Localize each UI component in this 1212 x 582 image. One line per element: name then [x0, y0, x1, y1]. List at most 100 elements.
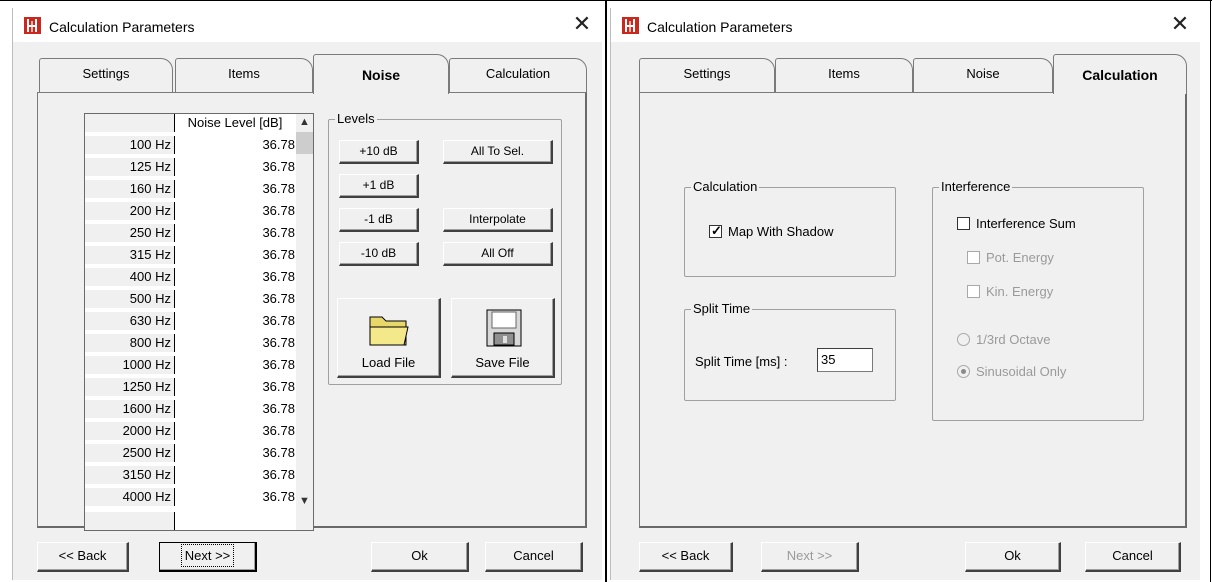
- kin-energy-checkbox[interactable]: Kin. Energy: [967, 284, 1117, 300]
- title-bar: Calculation Parameters ✕: [611, 8, 1200, 42]
- table-row-level[interactable]: 36.78: [175, 356, 297, 374]
- table-row-level[interactable]: 36.78: [175, 290, 297, 308]
- all-to-sel-button[interactable]: All To Sel.: [443, 140, 553, 164]
- close-icon[interactable]: ✕: [1168, 14, 1192, 36]
- tab-noise[interactable]: Noise: [913, 58, 1053, 92]
- interference-sum-checkbox[interactable]: Interference Sum: [957, 216, 1127, 232]
- table-row[interactable]: 100 Hz 36.78: [85, 136, 297, 154]
- map-with-shadow-checkbox[interactable]: ✓ Map With Shadow: [709, 223, 879, 240]
- plus-1-db-button[interactable]: +1 dB: [339, 174, 419, 198]
- table-row-freq: 500 Hz: [85, 290, 175, 308]
- table-row-level[interactable]: 36.78: [175, 246, 297, 264]
- table-row-level[interactable]: 36.78: [175, 422, 297, 440]
- table-row[interactable]: 160 Hz 36.78: [85, 180, 297, 198]
- close-icon[interactable]: ✕: [570, 14, 594, 36]
- table-row[interactable]: 1250 Hz 36.78: [85, 378, 297, 396]
- table-row-freq: 125 Hz: [85, 158, 175, 176]
- table-row[interactable]: 200 Hz 36.78: [85, 202, 297, 220]
- table-row[interactable]: 800 Hz 36.78: [85, 334, 297, 352]
- tab-settings[interactable]: Settings: [639, 58, 775, 92]
- table-scrollbar[interactable]: ▲ ▼: [296, 114, 313, 530]
- cancel-button[interactable]: Cancel: [1085, 542, 1181, 572]
- table-row-freq: [85, 512, 175, 530]
- dialog-calculation: Calculation Parameters ✕ Settings Items …: [610, 8, 1200, 580]
- table-row[interactable]: 2000 Hz 36.78: [85, 422, 297, 440]
- back-button[interactable]: << Back: [37, 542, 129, 572]
- minus-10-db-button[interactable]: -10 dB: [339, 242, 419, 266]
- table-row[interactable]: 4000 Hz 36.78: [85, 488, 297, 506]
- table-row-freq: 400 Hz: [85, 268, 175, 286]
- ok-button[interactable]: Ok: [965, 542, 1061, 572]
- pot-energy-checkbox[interactable]: Pot. Energy: [967, 250, 1117, 266]
- table-row-level: [175, 512, 297, 530]
- table-row-freq: 3150 Hz: [85, 466, 175, 484]
- center-divider: [605, 0, 607, 582]
- table-row-level[interactable]: 36.78: [175, 312, 297, 330]
- split-time-input[interactable]: 35: [817, 348, 873, 372]
- tab-items[interactable]: Items: [775, 58, 913, 92]
- back-button[interactable]: << Back: [639, 542, 733, 572]
- table-row[interactable]: 400 Hz 36.78: [85, 268, 297, 286]
- table-row[interactable]: 125 Hz 36.78: [85, 158, 297, 176]
- sinusoidal-only-label: Sinusoidal Only: [976, 364, 1067, 379]
- tab-calculation[interactable]: Calculation: [1053, 54, 1187, 94]
- calculation-panel: Calculation ✓ Map With Shadow Split Time…: [639, 92, 1187, 528]
- table-row-level[interactable]: 36.78: [175, 180, 297, 198]
- scroll-up-icon[interactable]: ▲: [296, 114, 313, 131]
- interference-group: Interference Interference Sum Pot. Energ…: [932, 179, 1144, 421]
- table-row-level[interactable]: 36.78: [175, 224, 297, 242]
- header-freq: [85, 114, 175, 132]
- table-row[interactable]: 2500 Hz 36.78: [85, 444, 297, 462]
- next-button[interactable]: Next >>: [159, 542, 257, 572]
- table-row-level[interactable]: 36.78: [175, 378, 297, 396]
- scroll-down-icon[interactable]: ▼: [296, 493, 313, 510]
- table-row-freq: 250 Hz: [85, 224, 175, 242]
- all-off-button[interactable]: All Off: [443, 242, 553, 266]
- tab-items[interactable]: Items: [175, 58, 313, 92]
- tab-settings[interactable]: Settings: [39, 58, 173, 92]
- table-row[interactable]: 315 Hz 36.78: [85, 246, 297, 264]
- table-row-level[interactable]: 36.78: [175, 488, 297, 506]
- tab-noise[interactable]: Noise: [313, 54, 449, 94]
- table-row[interactable]: 500 Hz 36.78: [85, 290, 297, 308]
- table-row-level[interactable]: 36.78: [175, 202, 297, 220]
- plus-10-db-button[interactable]: +10 dB: [339, 140, 419, 164]
- tab-calculation[interactable]: Calculation: [449, 58, 587, 92]
- noise-level-table[interactable]: Noise Level [dB] 100 Hz 36.78 125 Hz 36.78 1…: [84, 113, 314, 531]
- table-row[interactable]: 250 Hz 36.78: [85, 224, 297, 242]
- ok-button[interactable]: Ok: [371, 542, 469, 572]
- table-row[interactable]: 3150 Hz 36.78: [85, 466, 297, 484]
- table-row-level[interactable]: 36.78: [175, 400, 297, 418]
- table-row[interactable]: 1600 Hz 36.78: [85, 400, 297, 418]
- split-time-group: Split Time Split Time [ms] : 35: [684, 301, 896, 401]
- window-title: Calculation Parameters: [49, 19, 195, 35]
- scroll-thumb[interactable]: [296, 132, 313, 154]
- calculation-group-label: Calculation: [691, 179, 760, 194]
- table-row[interactable]: 630 Hz 36.78: [85, 312, 297, 330]
- third-octave-radio[interactable]: 1/3rd Octave: [957, 332, 1117, 348]
- table-row-freq: 4000 Hz: [85, 488, 175, 506]
- save-file-label: Save File: [475, 355, 530, 370]
- interpolate-button[interactable]: Interpolate: [443, 208, 553, 232]
- table-header-row: Noise Level [dB]: [85, 114, 297, 132]
- table-row-partial: [85, 512, 297, 530]
- sinusoidal-only-radio[interactable]: Sinusoidal Only: [957, 364, 1117, 380]
- app-icon: [24, 17, 41, 34]
- checkbox-box: [957, 217, 970, 230]
- checkbox-box: ✓: [709, 223, 722, 238]
- table-row-level[interactable]: 36.78: [175, 334, 297, 352]
- table-row[interactable]: 1000 Hz 36.78: [85, 356, 297, 374]
- table-row-level[interactable]: 36.78: [175, 158, 297, 176]
- table-row-level[interactable]: 36.78: [175, 136, 297, 154]
- table-row-level[interactable]: 36.78: [175, 268, 297, 286]
- table-row-level[interactable]: 36.78: [175, 444, 297, 462]
- next-button[interactable]: Next >>: [761, 542, 859, 572]
- cancel-button[interactable]: Cancel: [485, 542, 583, 572]
- table-row-freq: 630 Hz: [85, 312, 175, 330]
- minus-1-db-button[interactable]: -1 dB: [339, 208, 419, 232]
- save-file-button[interactable]: Save File: [451, 298, 555, 378]
- table-row-freq: 2000 Hz: [85, 422, 175, 440]
- load-file-button[interactable]: Load File: [337, 298, 441, 378]
- table-row-level[interactable]: 36.78: [175, 466, 297, 484]
- split-time-label: Split Time [ms] :: [695, 354, 788, 369]
